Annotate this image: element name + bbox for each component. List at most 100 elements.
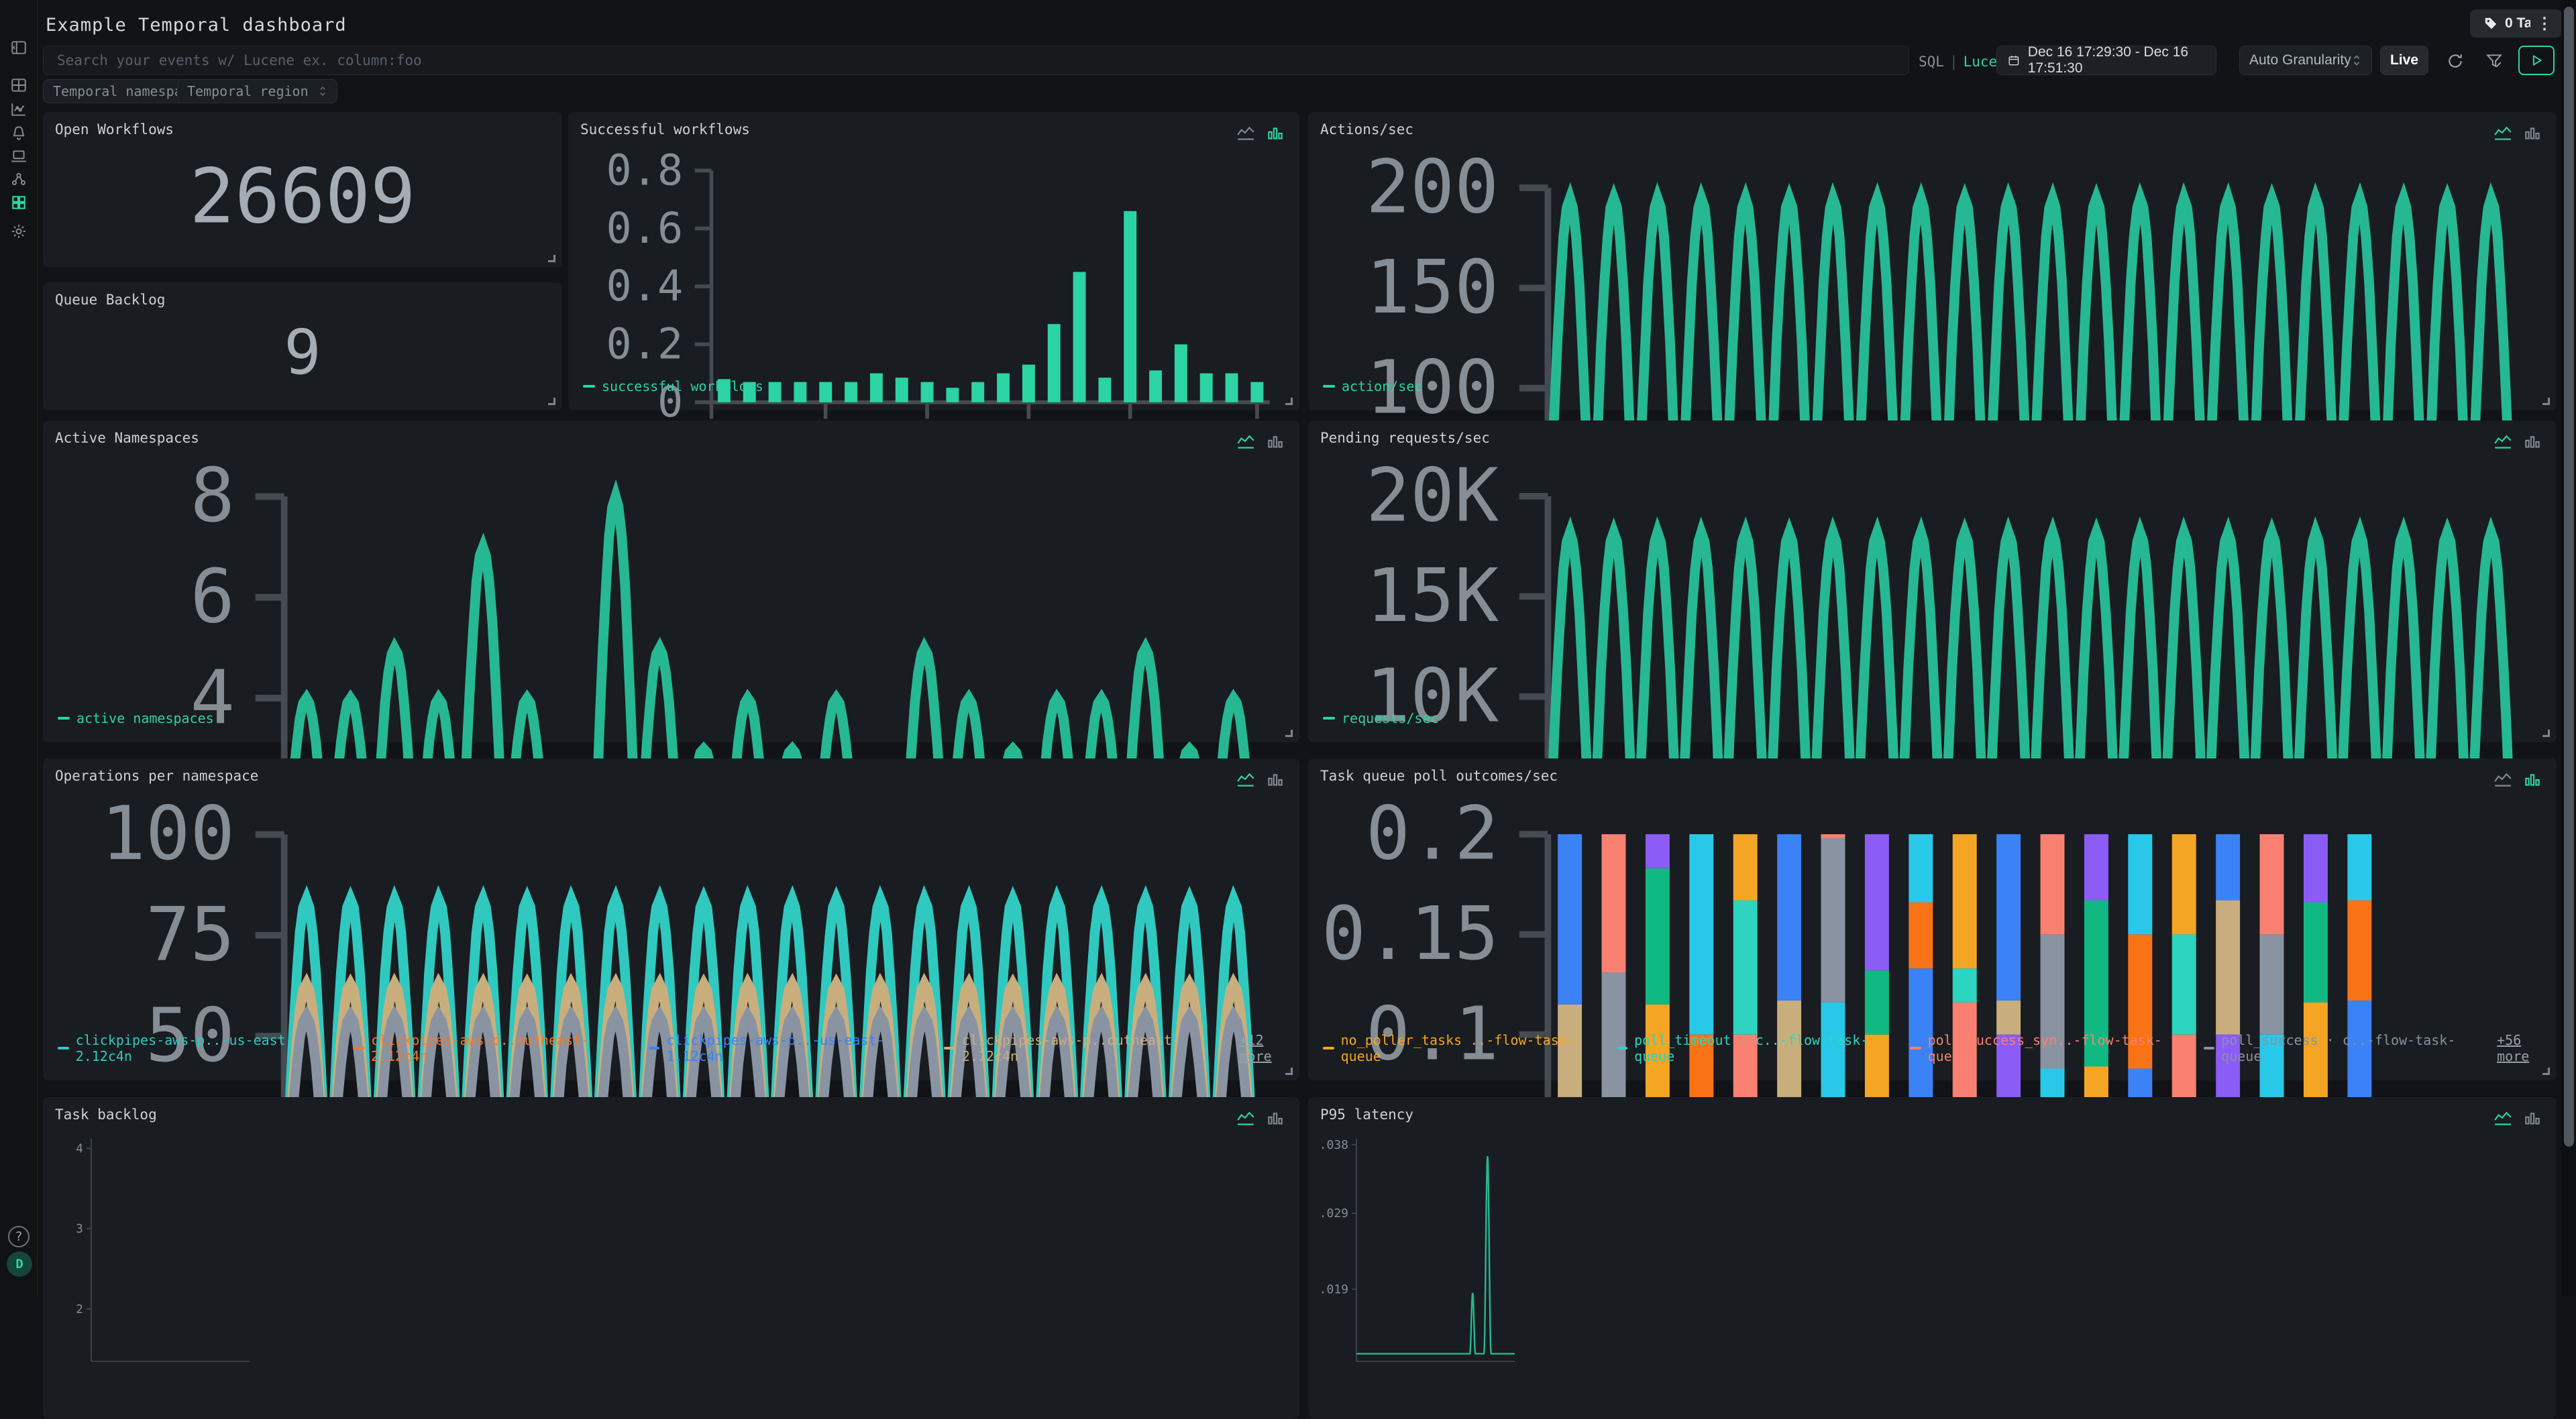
svg-text:15K: 15K	[1366, 553, 1499, 638]
legend-item[interactable]: action/sec	[1323, 378, 1422, 394]
p95-latency-chart[interactable]: 0.0190.0290.038	[1319, 1132, 1520, 1368]
panel-queue-backlog: Queue Backlog 9	[43, 282, 562, 410]
svg-text:0.4: 0.4	[606, 261, 684, 310]
granularity-select[interactable]: Auto Granularity	[2239, 46, 2372, 75]
panel-p95-latency: P95 latency 0.0190.0290.038	[1308, 1097, 2557, 1419]
svg-text:0.019: 0.019	[1319, 1282, 1348, 1296]
kebab-menu-button[interactable]: ⋮	[2530, 9, 2559, 38]
legend-item[interactable]: clickpipes-aws-p..-us-east-1.12c4n	[649, 1032, 921, 1064]
open-workflows-value: 26609	[43, 153, 562, 240]
resize-handle[interactable]	[548, 255, 555, 262]
panel-title: Open Workflows	[55, 121, 174, 137]
panel-title: Operations per namespace	[55, 768, 258, 784]
topology-icon[interactable]	[10, 170, 28, 188]
legend-item[interactable]: no_poller_tasks ..-flow-task-queue	[1323, 1032, 1594, 1064]
date-range-label: Dec 16 17:29:30 - Dec 16 17:51:30	[2028, 44, 2205, 76]
run-query-button[interactable]	[2518, 46, 2555, 75]
legend-item[interactable]: active namespaces	[58, 710, 214, 726]
bar-chart-icon[interactable]	[2523, 1111, 2542, 1127]
panel-title: Task queue poll outcomes/sec	[1320, 768, 1558, 784]
resize-handle[interactable]	[1285, 398, 1293, 405]
legend-more-link[interactable]: +12 more	[1240, 1032, 1300, 1064]
help-button[interactable]: ?	[8, 1226, 30, 1247]
sidebar: ? D	[0, 0, 38, 1296]
chart-legend: successful workflows	[583, 378, 763, 394]
svg-text:0.2: 0.2	[606, 319, 684, 369]
svg-text:0.2: 0.2	[1366, 793, 1499, 876]
tables-icon[interactable]	[10, 76, 28, 94]
avatar[interactable]: D	[7, 1251, 32, 1277]
collapse-sidebar-icon[interactable]	[10, 39, 28, 56]
legend-item[interactable]: clickpipes-aws-p..outheast-2.12c4n	[944, 1032, 1216, 1064]
svg-text:2: 2	[76, 1302, 83, 1316]
panel-successful-workflows: Successful workflows 00.20.40.60.8Dec 16…	[568, 112, 1299, 410]
mode-divider: |	[1944, 54, 1964, 70]
chevron-updown-icon	[2351, 53, 2362, 68]
legend-item[interactable]: clickpipes-aws-p..-us-east-2.12c4n	[58, 1032, 330, 1064]
line-chart-icon[interactable]	[2493, 434, 2512, 450]
console-icon[interactable]	[10, 148, 28, 165]
svg-text:3: 3	[76, 1222, 83, 1236]
bar-chart-icon[interactable]	[1266, 125, 1285, 141]
bar-chart-icon[interactable]	[1266, 434, 1285, 450]
svg-text:0.8: 0.8	[606, 147, 684, 194]
bar-chart-icon[interactable]	[1266, 1111, 1285, 1127]
line-chart-icon[interactable]	[1236, 772, 1255, 788]
line-chart-icon[interactable]	[1236, 125, 1255, 141]
resize-handle[interactable]	[1285, 1068, 1293, 1075]
panel-title: Successful workflows	[580, 121, 750, 137]
chevron-updown-icon	[318, 84, 327, 98]
panel-operations-per-namespace: Operations per namespace 0255075100Dec 1…	[43, 758, 1299, 1080]
line-chart-icon[interactable]	[2493, 772, 2512, 788]
svg-text:0.6: 0.6	[606, 203, 684, 253]
line-chart-icon[interactable]	[2493, 125, 2512, 141]
legend-item[interactable]: clickpipes-aws-p..outheast-2.12c4n	[353, 1032, 625, 1064]
line-chart-icon[interactable]	[2493, 1111, 2512, 1127]
svg-text:150: 150	[1366, 244, 1499, 330]
svg-text:4: 4	[76, 1141, 83, 1155]
clear-filters-icon[interactable]	[2481, 48, 2508, 74]
bar-chart-icon[interactable]	[2523, 125, 2542, 141]
search-input[interactable]	[43, 46, 1909, 75]
bar-chart-icon[interactable]	[2523, 434, 2542, 450]
settings-gear-icon[interactable]	[10, 223, 28, 240]
legend-item[interactable]: poll_success_syn..-flow-task-queue	[1910, 1032, 2181, 1064]
play-icon	[2530, 54, 2543, 67]
svg-text:0.029: 0.029	[1319, 1206, 1348, 1221]
filter-temporal-region[interactable]: Temporal region	[177, 79, 337, 103]
refresh-icon[interactable]	[2442, 48, 2469, 74]
date-range-picker[interactable]: Dec 16 17:29:30 - Dec 16 17:51:30	[1996, 46, 2216, 75]
resize-handle[interactable]	[548, 398, 555, 405]
metrics-icon[interactable]	[10, 101, 28, 118]
chart-legend: active namespaces	[58, 710, 214, 726]
legend-item[interactable]: successful workflows	[583, 378, 763, 394]
scrollbar-thumb[interactable]	[2564, 7, 2574, 1147]
panel-open-workflows: Open Workflows 26609	[43, 112, 562, 268]
line-chart-icon[interactable]	[1236, 1111, 1255, 1127]
mode-sql[interactable]: SQL	[1919, 54, 1944, 70]
alerts-bell-icon[interactable]	[10, 124, 28, 141]
bar-chart-icon[interactable]	[1266, 772, 1285, 788]
panel-active-namespaces: Active Namespaces 02468Dec 16 5:29:30 PM…	[43, 420, 1299, 742]
resize-handle[interactable]	[1285, 730, 1293, 737]
filter-label: Temporal region	[187, 83, 309, 99]
svg-text:100: 100	[101, 793, 235, 877]
bar-chart-icon[interactable]	[2523, 772, 2542, 788]
legend-item[interactable]: poll_success · c..-flow-task-queue	[2204, 1032, 2475, 1064]
live-button[interactable]: Live	[2380, 46, 2428, 75]
dashboards-icon[interactable]	[10, 194, 28, 211]
legend-item[interactable]: poll_timeout · c..-flow-task-queue	[1617, 1032, 1888, 1064]
panel-title: Active Namespaces	[55, 430, 199, 446]
resize-handle[interactable]	[2542, 1068, 2550, 1075]
task-backlog-chart[interactable]: 2 3 4	[54, 1132, 255, 1368]
chart-legend: no_poller_tasks ..-flow-task-queue poll_t…	[1323, 1032, 2557, 1064]
svg-text:200: 200	[1366, 147, 1499, 230]
legend-item[interactable]: requests/sec	[1323, 710, 1439, 726]
legend-more-link[interactable]: +56 more	[2497, 1032, 2557, 1064]
line-chart-icon[interactable]	[1236, 434, 1255, 450]
panel-task-queue-poll-outcomes: Task queue poll outcomes/sec 00.050.10.1…	[1308, 758, 2557, 1080]
scrollbar[interactable]	[2561, 0, 2576, 1296]
resize-handle[interactable]	[2542, 730, 2550, 737]
svg-text:6: 6	[191, 554, 235, 640]
resize-handle[interactable]	[2542, 398, 2550, 405]
